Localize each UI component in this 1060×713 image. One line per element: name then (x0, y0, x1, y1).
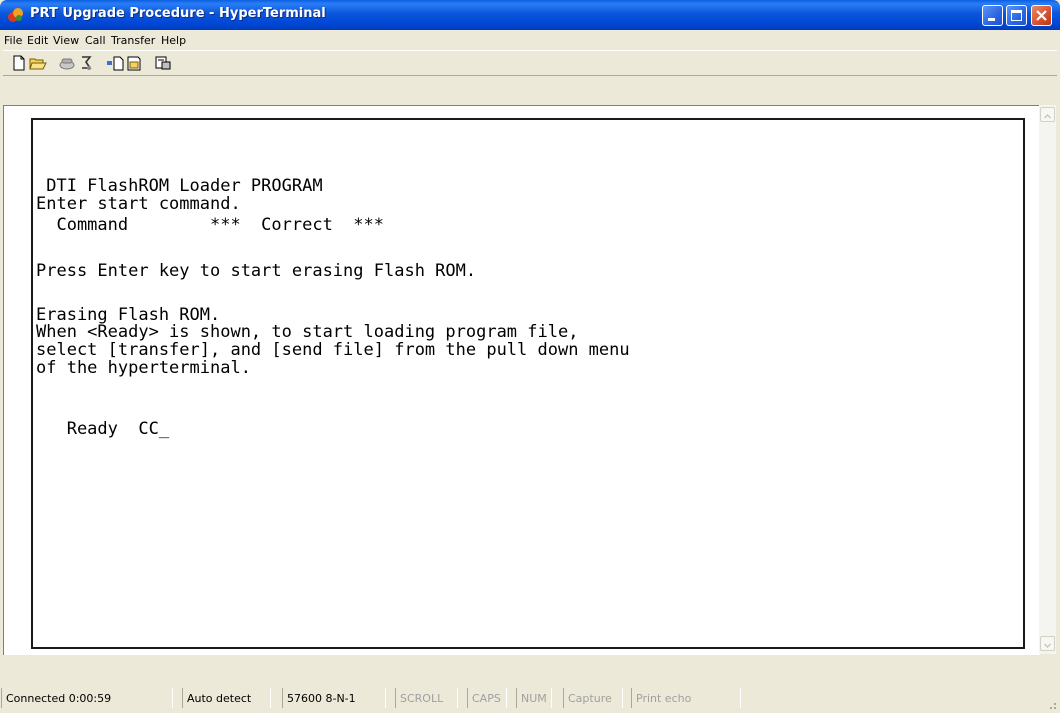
resize-grip-icon[interactable] (1044, 697, 1058, 711)
scroll-down-button[interactable] (1040, 636, 1055, 651)
terminal-line: Command *** Correct *** (36, 215, 384, 235)
minimize-button[interactable] (982, 5, 1003, 26)
new-icon[interactable] (9, 54, 29, 72)
menu-edit[interactable]: Edit (27, 34, 48, 47)
status-bar: Connected 0:00:59 Auto detect 57600 8-N-… (0, 684, 1060, 713)
chevron-up-icon (1043, 113, 1052, 119)
hyperterminal-icon (8, 8, 23, 22)
window-title: PRT Upgrade Procedure - HyperTerminal (30, 6, 326, 21)
status-print-echo: Print echo (631, 688, 741, 708)
close-button[interactable] (1031, 5, 1052, 26)
status-settings: 57600 8-N-1 (282, 688, 386, 708)
chevron-down-icon (1043, 643, 1052, 649)
status-scroll: SCROLL (395, 688, 458, 708)
menu-view[interactable]: View (53, 34, 79, 47)
status-num: NUM (516, 688, 552, 708)
menu-file[interactable]: File (4, 34, 22, 47)
receive-icon[interactable] (124, 54, 144, 72)
menu-transfer[interactable]: Transfer (111, 34, 155, 47)
terminal-line: of the hyperterminal. (36, 358, 251, 378)
scroll-up-button[interactable] (1040, 107, 1055, 122)
open-icon[interactable] (28, 54, 48, 72)
maximize-icon (1011, 10, 1022, 21)
toolbar (3, 50, 1057, 76)
terminal-line: Ready CC_ (36, 419, 170, 439)
menu-help[interactable]: Help (161, 34, 186, 47)
disconnect-icon[interactable] (76, 54, 96, 72)
minimize-icon (988, 18, 995, 21)
properties-icon[interactable] (153, 54, 173, 72)
close-icon (1036, 10, 1047, 21)
call-icon[interactable] (57, 54, 77, 72)
send-icon[interactable] (105, 54, 125, 72)
maximize-button[interactable] (1006, 5, 1027, 26)
terminal-line: Enter start command. (36, 194, 241, 214)
menu-bar: File Edit View Call Transfer Help (3, 30, 1057, 50)
title-bar[interactable]: PRT Upgrade Procedure - HyperTerminal (0, 0, 1060, 30)
status-detect: Auto detect (182, 688, 271, 708)
vertical-scrollbar[interactable] (1039, 105, 1056, 654)
terminal-line: When <Ready> is shown, to start loading … (36, 322, 579, 342)
terminal-line: Press Enter key to start erasing Flash R… (36, 261, 477, 281)
status-capture: Capture (563, 688, 623, 708)
status-connected: Connected 0:00:59 (1, 688, 173, 708)
terminal-line: DTI FlashROM Loader PROGRAM (36, 176, 323, 196)
terminal-line: select [transfer], and [send file] from … (36, 340, 630, 360)
status-caps: CAPS (467, 688, 507, 708)
menu-call[interactable]: Call (85, 34, 106, 47)
